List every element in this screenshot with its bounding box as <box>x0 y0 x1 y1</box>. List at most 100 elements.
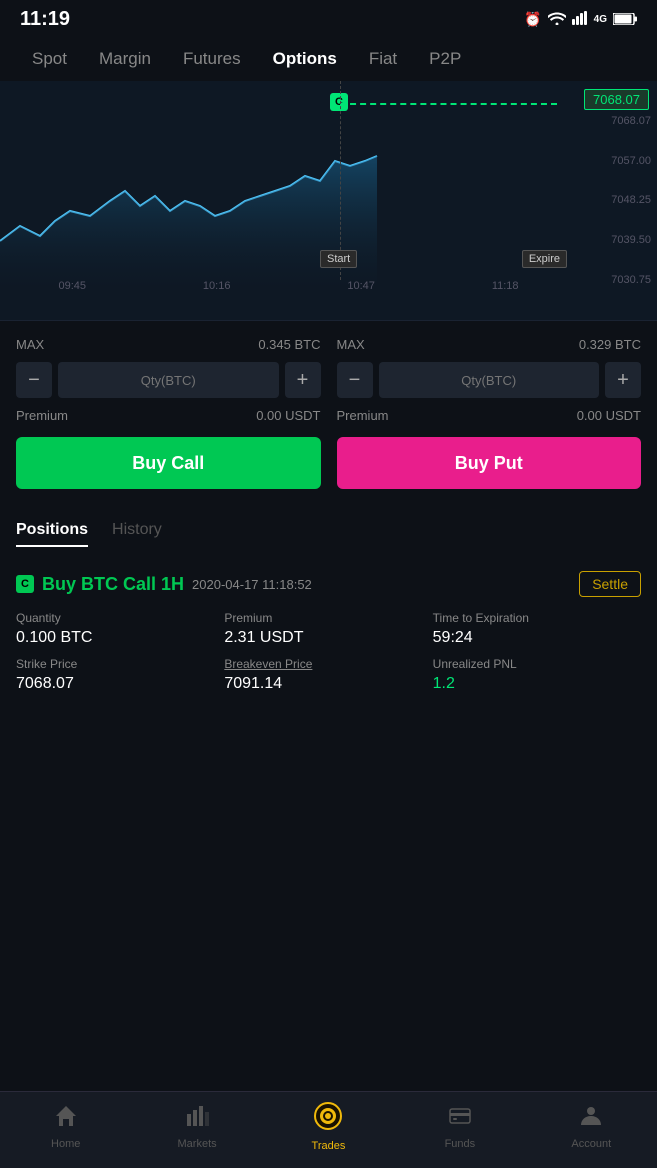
expire-label: Expire <box>522 250 567 268</box>
signal-icon <box>572 11 588 28</box>
price-tick-3: 7048.25 <box>583 194 651 206</box>
trading-grid: MAX 0.345 BTC − + Premium 0.00 USDT Buy … <box>16 337 641 489</box>
chart-c-badge: C <box>330 93 348 111</box>
nav-account-label: Account <box>571 1138 611 1150</box>
put-increment-button[interactable]: + <box>605 362 641 398</box>
position-title-row: C Buy BTC Call 1H 2020-04-17 11:18:52 <box>16 574 312 595</box>
settle-button[interactable]: Settle <box>579 571 641 597</box>
bottom-nav: Home Markets Trades <box>0 1091 657 1168</box>
price-chart <box>0 81 577 291</box>
position-card: C Buy BTC Call 1H 2020-04-17 11:18:52 Se… <box>16 559 641 705</box>
buy-call-button[interactable]: Buy Call <box>16 437 321 489</box>
nav-home-label: Home <box>51 1138 80 1150</box>
markets-icon <box>185 1104 209 1134</box>
home-icon <box>54 1104 78 1134</box>
position-c-badge: C <box>16 575 34 593</box>
tab-p2p[interactable]: P2P <box>413 45 477 73</box>
trades-icon <box>314 1102 342 1136</box>
strike-item: Strike Price 7068.07 <box>16 657 224 693</box>
time-tick-1: 09:45 <box>58 280 86 292</box>
position-datetime: 2020-04-17 11:18:52 <box>192 577 312 592</box>
tab-options[interactable]: Options <box>257 45 353 73</box>
breakeven-item: Breakeven Price 7091.14 <box>224 657 432 693</box>
put-max-row: MAX 0.329 BTC <box>337 337 642 352</box>
status-time: 11:19 <box>20 8 70 31</box>
time-axis: 09:45 10:16 10:47 11:18 <box>0 280 577 292</box>
status-icons: ⏰ 4G <box>524 11 637 28</box>
breakeven-label: Breakeven Price <box>224 657 432 671</box>
buy-put-button[interactable]: Buy Put <box>337 437 642 489</box>
expiration-label: Time to Expiration <box>433 611 641 625</box>
tab-fiat[interactable]: Fiat <box>353 45 413 73</box>
price-tick-2: 7057.00 <box>583 155 651 167</box>
start-label: Start <box>320 250 357 268</box>
call-premium-label: Premium <box>16 408 68 423</box>
price-axis: 7068.07 7057.00 7048.25 7039.50 7030.75 <box>577 81 657 320</box>
call-premium-row: Premium 0.00 USDT <box>16 408 321 423</box>
position-data-grid: Quantity 0.100 BTC Premium 2.31 USDT Tim… <box>16 611 641 693</box>
alarm-icon: ⏰ <box>524 11 541 28</box>
nav-trades[interactable]: Trades <box>298 1102 358 1152</box>
battery-icon <box>613 12 637 28</box>
position-header: C Buy BTC Call 1H 2020-04-17 11:18:52 Se… <box>16 571 641 597</box>
nav-trades-label: Trades <box>312 1140 346 1152</box>
put-qty-row: − + <box>337 362 642 398</box>
chart-dashed-line <box>340 103 557 105</box>
premium-value: 2.31 USDT <box>224 629 432 647</box>
tab-spot[interactable]: Spot <box>16 45 83 73</box>
quantity-label: Quantity <box>16 611 224 625</box>
account-icon <box>579 1104 603 1134</box>
funds-icon <box>448 1104 472 1134</box>
position-title: Buy BTC Call 1H <box>42 574 184 595</box>
tab-history[interactable]: History <box>112 521 162 547</box>
buy-put-column: MAX 0.329 BTC − + Premium 0.00 USDT Buy … <box>337 337 642 489</box>
positions-section: Positions History C Buy BTC Call 1H 2020… <box>0 505 657 721</box>
tab-margin[interactable]: Margin <box>83 45 167 73</box>
call-max-label: MAX <box>16 337 44 352</box>
put-decrement-button[interactable]: − <box>337 362 373 398</box>
pnl-label: Unrealized PNL <box>433 657 641 671</box>
nav-markets-label: Markets <box>178 1138 217 1150</box>
positions-tabs: Positions History <box>16 521 641 547</box>
call-increment-button[interactable]: + <box>285 362 321 398</box>
quantity-value: 0.100 BTC <box>16 629 224 647</box>
premium-item: Premium 2.31 USDT <box>224 611 432 647</box>
top-tabs: Spot Margin Futures Options Fiat P2P <box>0 35 657 81</box>
call-decrement-button[interactable]: − <box>16 362 52 398</box>
strike-label: Strike Price <box>16 657 224 671</box>
price-tick-5: 7030.75 <box>583 274 651 286</box>
price-tick-1: 7068.07 <box>583 115 651 127</box>
buy-call-column: MAX 0.345 BTC − + Premium 0.00 USDT Buy … <box>16 337 321 489</box>
chart-area: 7068.07 7057.00 7048.25 7039.50 7030.75 … <box>0 81 657 321</box>
call-max-value: 0.345 BTC <box>258 337 320 352</box>
call-qty-input[interactable] <box>58 362 279 398</box>
put-max-value: 0.329 BTC <box>579 337 641 352</box>
chart-current-price: 7068.07 <box>584 89 649 110</box>
expiration-item: Time to Expiration 59:24 <box>433 611 641 647</box>
nav-markets[interactable]: Markets <box>167 1104 227 1150</box>
premium-label: Premium <box>224 611 432 625</box>
tab-futures[interactable]: Futures <box>167 45 257 73</box>
lte-icon: 4G <box>594 14 607 25</box>
call-qty-row: − + <box>16 362 321 398</box>
time-tick-2: 10:16 <box>203 280 231 292</box>
nav-home[interactable]: Home <box>36 1104 96 1150</box>
price-tick-4: 7039.50 <box>583 234 651 246</box>
put-premium-value: 0.00 USDT <box>577 408 641 423</box>
put-qty-input[interactable] <box>379 362 600 398</box>
wifi-icon <box>548 11 566 28</box>
nav-funds[interactable]: Funds <box>430 1104 490 1150</box>
put-premium-row: Premium 0.00 USDT <box>337 408 642 423</box>
nav-funds-label: Funds <box>445 1138 476 1150</box>
expiration-value: 59:24 <box>433 629 641 647</box>
strike-value: 7068.07 <box>16 675 224 693</box>
tab-positions[interactable]: Positions <box>16 521 88 547</box>
nav-account[interactable]: Account <box>561 1104 621 1150</box>
pnl-value: 1.2 <box>433 675 641 693</box>
trading-section: MAX 0.345 BTC − + Premium 0.00 USDT Buy … <box>0 321 657 505</box>
time-tick-3: 10:47 <box>347 280 375 292</box>
put-premium-label: Premium <box>337 408 389 423</box>
time-tick-4: 11:18 <box>492 280 519 292</box>
status-bar: 11:19 ⏰ 4G <box>0 0 657 35</box>
quantity-item: Quantity 0.100 BTC <box>16 611 224 647</box>
